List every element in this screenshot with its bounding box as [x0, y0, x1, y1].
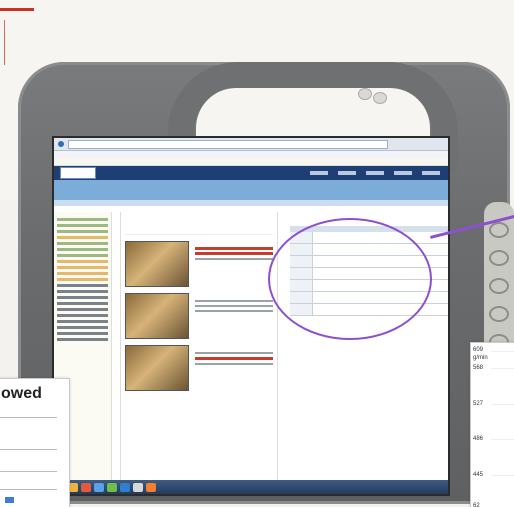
taskbar-icon: [133, 482, 143, 492]
axis-tick: 486: [473, 436, 484, 442]
inspection-document: [120, 212, 278, 484]
inset-card-right: 609 g/min 568 527 486 445 62: [470, 342, 514, 507]
browser-icon: [58, 141, 64, 147]
red-accent-line: [0, 8, 34, 11]
side-button: [489, 278, 509, 294]
inspection-photo: [125, 241, 189, 287]
side-button: [489, 250, 509, 266]
taskbar-icon: [81, 482, 91, 492]
axis-tick: 62: [473, 503, 480, 507]
inset-heading: owed: [1, 385, 42, 402]
tablet-button: [358, 88, 372, 100]
inset-blue-marker: [5, 497, 14, 503]
document-header: [125, 216, 273, 235]
inspection-photo: [125, 293, 189, 339]
windows-taskbar: [54, 480, 448, 494]
app-nav: [310, 171, 440, 175]
tablet-button: [373, 92, 387, 104]
photo-scene: owed 609 g/min 568 527 486 445 62: [0, 0, 514, 507]
side-button: [489, 306, 509, 322]
axis-tick: 527: [473, 401, 484, 407]
taskbar-icon: [120, 482, 130, 492]
inspection-photo: [125, 345, 189, 391]
address-bar: [68, 139, 388, 149]
taskbar-icon: [107, 482, 117, 492]
browser-menubar: [54, 151, 448, 158]
browser-titlebar: [54, 138, 448, 151]
app-header: [54, 166, 448, 180]
axis-tick: 609: [473, 347, 484, 353]
inset-card-left: owed: [0, 378, 70, 507]
axis-tick: 445: [473, 472, 484, 478]
red-accent-line: [4, 20, 5, 65]
axis-unit: g/min: [473, 355, 488, 361]
taskbar-icon: [146, 482, 156, 492]
favorites-bar: [54, 158, 448, 166]
axis-tick: 568: [473, 365, 484, 371]
taskbar-icon: [94, 482, 104, 492]
info-banner: [54, 180, 448, 200]
side-button: [489, 222, 509, 238]
highlight-ellipse: [268, 218, 432, 340]
sub-banner: [54, 200, 448, 206]
app-logo: [60, 167, 96, 179]
